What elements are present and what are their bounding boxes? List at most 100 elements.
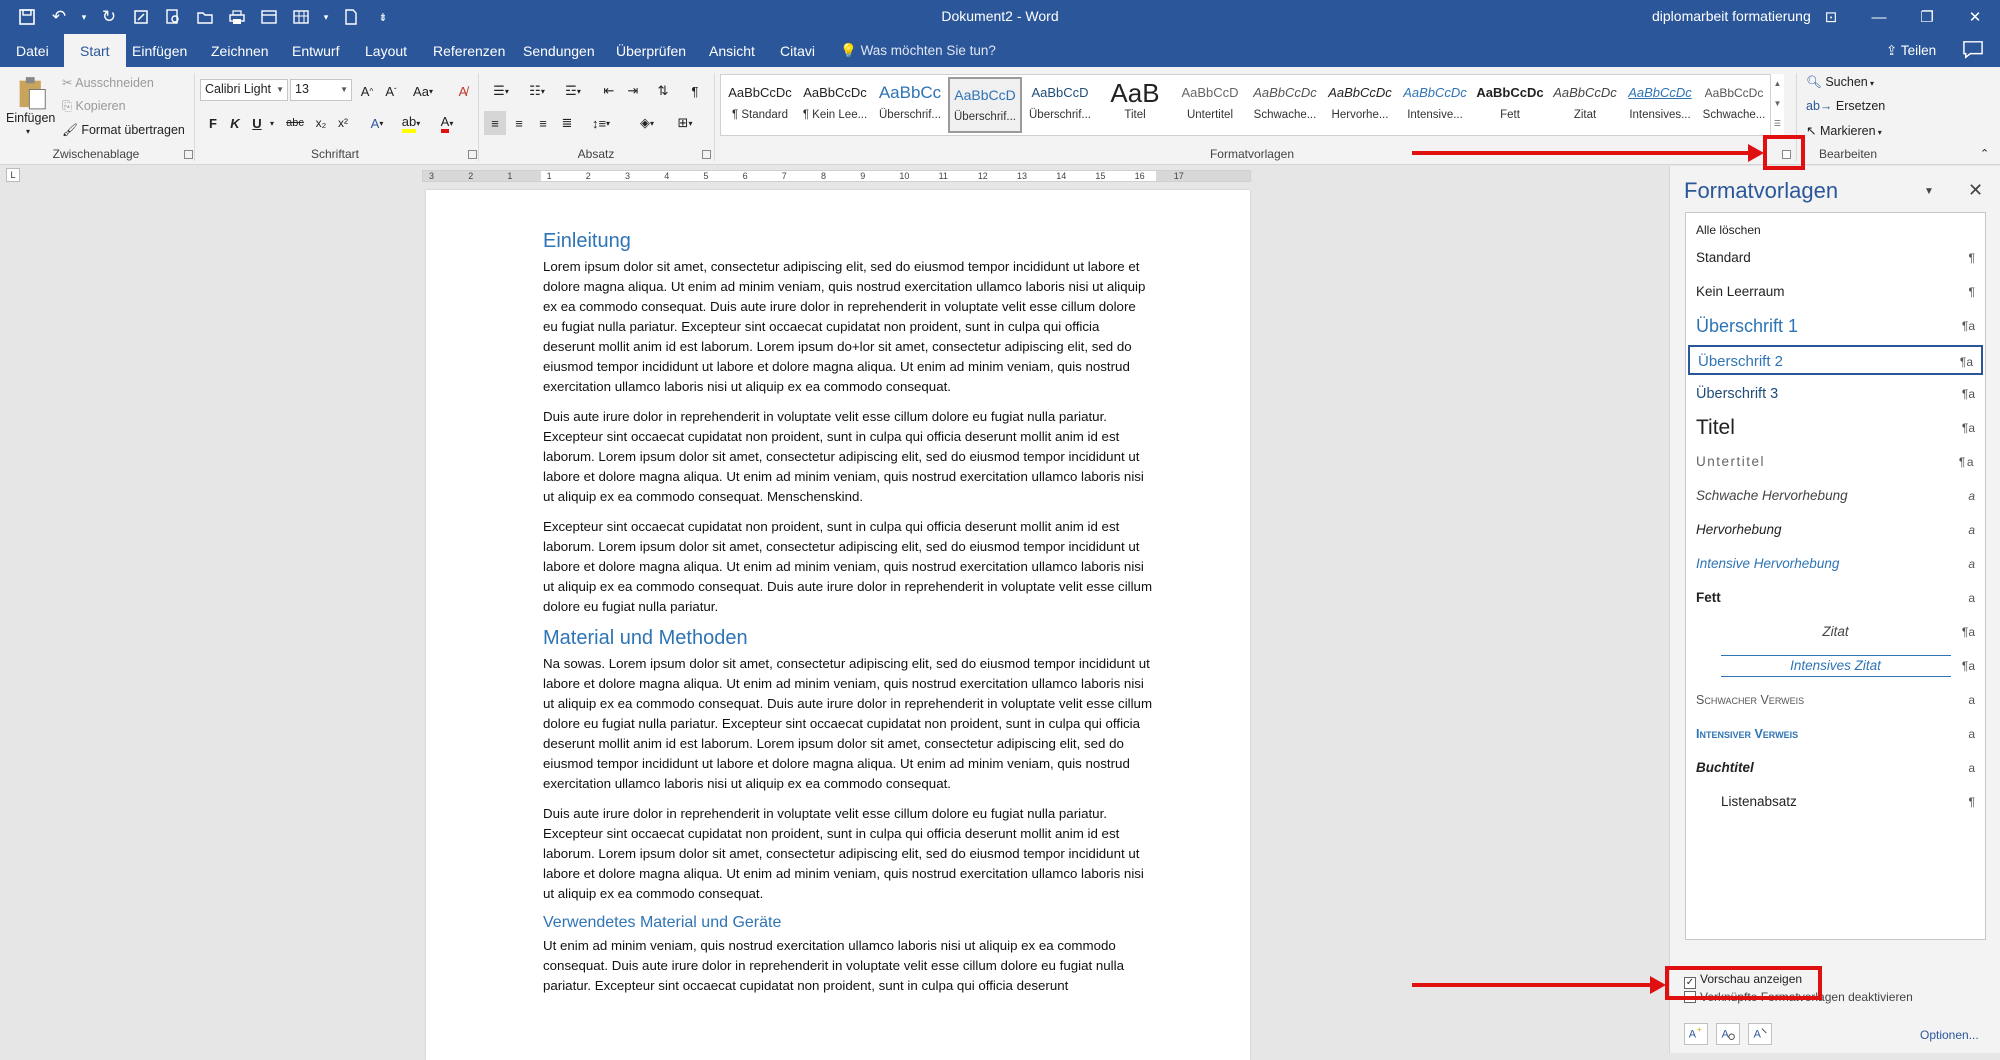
gallery-style-heading2[interactable]: AaBbCcD Überschrif... xyxy=(948,77,1022,133)
tab-einfuegen[interactable]: Einfügen xyxy=(128,34,191,67)
italic-button[interactable]: K xyxy=(226,111,244,135)
borders-icon[interactable]: ⊞ ▾ xyxy=(668,111,702,135)
style-item-listenabsatz[interactable]: Listenabsatz ¶ xyxy=(1688,787,1983,817)
comments-icon[interactable] xyxy=(1962,40,1986,62)
heading-einleitung[interactable]: Einleitung xyxy=(543,230,1153,253)
align-right-icon[interactable]: ≡ xyxy=(532,111,554,135)
paste-dropdown-icon[interactable]: ▾ xyxy=(26,127,30,136)
restore-icon[interactable]: ❐ xyxy=(1904,0,1950,34)
paragraph[interactable]: Na sowas. Lorem ipsum dolor sit amet, co… xyxy=(543,654,1153,794)
style-item-intensive-hervorhebung[interactable]: Intensive Hervorhebung a xyxy=(1688,549,1983,579)
style-item-schwache-hervorhebung[interactable]: Schwache Hervorhebung a xyxy=(1688,481,1983,511)
tab-zeichnen[interactable]: Zeichnen xyxy=(207,34,273,67)
tab-citavi[interactable]: Citavi xyxy=(776,34,819,67)
show-marks-icon[interactable]: ¶ xyxy=(684,79,706,103)
document-body[interactable]: Einleitung Lorem ipsum dolor sit amet, c… xyxy=(543,228,1153,1006)
horizontal-ruler[interactable]: 3 2 1 1 2 3 4 5 6 7 8 9 10 11 12 13 14 15 16 17 xyxy=(422,170,1251,182)
style-item-buchtitel[interactable]: Buchtitel a xyxy=(1688,753,1983,783)
close-icon[interactable]: ✕ xyxy=(1952,0,1998,34)
clipboard-launcher-icon[interactable] xyxy=(184,150,193,159)
font-color-icon[interactable]: A ▾ xyxy=(432,111,462,135)
cut-button[interactable]: ✂ Ausschneiden xyxy=(62,75,154,90)
paragraph[interactable]: Lorem ipsum dolor sit amet, consectetur … xyxy=(543,257,1153,397)
tab-ansicht[interactable]: Ansicht xyxy=(705,34,759,67)
format-painter-button[interactable]: 🖌 Format übertragen xyxy=(62,123,185,138)
gallery-style-heading1[interactable]: AaBbCc Überschrif... xyxy=(873,77,947,133)
style-item-hervorhebung[interactable]: Hervorhebung a xyxy=(1688,515,1983,545)
ribbon-display-icon[interactable]: ⊡ xyxy=(1808,0,1854,34)
style-item-standard[interactable]: Standard ¶ xyxy=(1688,243,1983,273)
replace-button[interactable]: ab→ Ersetzen xyxy=(1806,99,1885,113)
bold-button[interactable]: F xyxy=(204,111,222,135)
gallery-style-subtitle[interactable]: AaBbCcD Untertitel xyxy=(1173,77,1247,133)
strikethrough-button[interactable]: abc xyxy=(282,111,308,135)
tab-selector-icon[interactable]: L xyxy=(6,168,20,182)
paste-label[interactable]: Einfügen xyxy=(6,111,55,125)
style-item-titel[interactable]: Titel ¶a xyxy=(1688,413,1983,443)
tab-datei[interactable]: Datei xyxy=(12,34,53,67)
style-item-untertitel[interactable]: Untertitel ¶a xyxy=(1688,447,1983,477)
align-center-icon[interactable]: ≡ xyxy=(508,111,530,135)
underline-button[interactable]: U xyxy=(248,111,266,135)
shading-icon[interactable]: ◈ ▾ xyxy=(630,111,664,135)
paste-icon[interactable] xyxy=(10,71,54,115)
gallery-style-intense-quote[interactable]: AaBbCcDc Intensives... xyxy=(1623,77,1697,133)
style-inspector-icon[interactable]: A xyxy=(1716,1023,1740,1045)
style-item-ueberschrift-3[interactable]: Überschrift 3 ¶a xyxy=(1688,379,1983,409)
tell-me-search[interactable]: 💡 Was möchten Sie tun? xyxy=(840,34,996,67)
paragraph-launcher-icon[interactable] xyxy=(702,150,711,159)
share-button[interactable]: ⇪ Teilen xyxy=(1886,34,1936,67)
copy-button[interactable]: ⎘ Kopieren xyxy=(62,99,126,114)
heading-material-und-methoden[interactable]: Material und Methoden xyxy=(543,627,1153,650)
style-item-intensiver-verweis[interactable]: Intensiver Verweis a xyxy=(1688,719,1983,749)
pane-options-icon[interactable]: ▼ xyxy=(1924,186,1934,197)
options-link[interactable]: Optionen... xyxy=(1920,1028,1979,1042)
clear-formatting-icon[interactable]: A̸ xyxy=(452,79,474,103)
gallery-scroll[interactable]: ▲ ▼ ☰ xyxy=(1770,74,1784,136)
gallery-down-icon[interactable]: ▼ xyxy=(1771,94,1784,114)
pane-close-icon[interactable]: ✕ xyxy=(1968,180,1983,201)
grow-font-icon[interactable]: A ^ xyxy=(356,79,378,103)
font-launcher-icon[interactable] xyxy=(468,150,477,159)
find-button[interactable]: 🔍︎ Suchen ▾ xyxy=(1806,75,1874,90)
heading-verwendetes-material[interactable]: Verwendetes Material und Geräte xyxy=(543,914,1153,932)
paragraph[interactable]: Excepteur sint occaecat cupidatat non pr… xyxy=(543,517,1153,617)
gallery-style-emphasis[interactable]: AaBbCcDc Hervorhe... xyxy=(1323,77,1397,133)
style-item-schwacher-verweis[interactable]: Schwacher Verweis a xyxy=(1688,685,1983,715)
style-item-zitat[interactable]: Zitat ¶a xyxy=(1688,617,1983,647)
numbering-icon[interactable]: ☷ ▾ xyxy=(520,79,554,103)
font-size-dropdown[interactable]: 13 ▼ xyxy=(290,79,352,101)
paragraph[interactable]: Ut enim ad minim veniam, quis nostrud ex… xyxy=(543,936,1153,996)
collapse-ribbon-icon[interactable]: ⌃ xyxy=(1980,147,1989,160)
style-item-ueberschrift-1[interactable]: Überschrift 1 ¶a xyxy=(1688,311,1983,341)
tab-layout[interactable]: Layout xyxy=(361,34,411,67)
tab-sendungen[interactable]: Sendungen xyxy=(519,34,599,67)
subscript-button[interactable]: x₂ xyxy=(310,111,332,135)
minimize-icon[interactable]: — xyxy=(1856,0,1902,34)
multilevel-list-icon[interactable]: ☲ ▾ xyxy=(556,79,590,103)
manage-styles-icon[interactable]: A xyxy=(1748,1023,1772,1045)
style-item-fett[interactable]: Fett a xyxy=(1688,583,1983,613)
tab-start[interactable]: Start xyxy=(64,34,126,67)
gallery-style-standard[interactable]: AaBbCcDc ¶ Standard xyxy=(723,77,797,133)
style-item-intensives-zitat[interactable]: Intensives Zitat ¶a xyxy=(1688,651,1983,681)
tab-ueberpruefen[interactable]: Überprüfen xyxy=(612,34,690,67)
style-item-kein-leerraum[interactable]: Kein Leerraum ¶ xyxy=(1688,277,1983,307)
gallery-style-heading3[interactable]: AaBbCcD Überschrif... xyxy=(1023,77,1097,133)
underline-dropdown-icon[interactable]: ▾ xyxy=(266,111,278,135)
align-left-icon[interactable]: ≡ xyxy=(484,111,506,135)
tab-referenzen[interactable]: Referenzen xyxy=(429,34,509,67)
style-item-ueberschrift-2[interactable]: Überschrift 2 ¶a xyxy=(1688,345,1983,375)
select-button[interactable]: ↖ Markieren ▾ xyxy=(1806,123,1882,138)
text-effects-icon[interactable]: A ▾ xyxy=(362,111,392,135)
gallery-style-quote[interactable]: AaBbCcDc Zitat xyxy=(1548,77,1622,133)
tab-entwurf[interactable]: Entwurf xyxy=(288,34,343,67)
gallery-up-icon[interactable]: ▲ xyxy=(1771,74,1784,94)
gallery-style-title[interactable]: AaB Titel xyxy=(1098,77,1172,133)
clear-all-button[interactable]: Alle löschen xyxy=(1696,223,1761,237)
gallery-more-icon[interactable]: ☰ xyxy=(1771,114,1784,134)
gallery-style-intense-emphasis[interactable]: AaBbCcDc Intensive... xyxy=(1398,77,1472,133)
line-spacing-icon[interactable]: ↕≡ ▾ xyxy=(584,111,618,135)
paragraph[interactable]: Duis aute irure dolor in reprehenderit i… xyxy=(543,407,1153,507)
paragraph[interactable]: Duis aute irure dolor in reprehenderit i… xyxy=(543,804,1153,904)
